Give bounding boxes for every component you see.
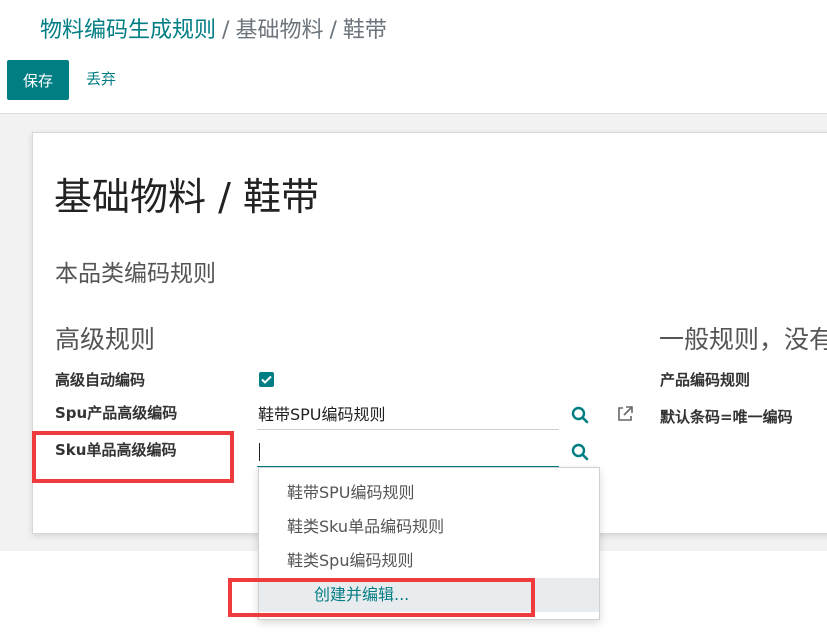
- auto-code-checkbox[interactable]: [259, 372, 274, 387]
- breadcrumb-root-link[interactable]: 物料编码生成规则: [40, 18, 216, 43]
- highlight-box-create-option: [228, 578, 535, 617]
- general-group-title: 一般规则，没有: [659, 325, 827, 354]
- discard-button[interactable]: 丢弃: [86, 68, 116, 90]
- text-caret: [259, 443, 260, 461]
- dropdown-option[interactable]: 鞋类Sku单品编码规则: [259, 510, 599, 544]
- search-icon: [571, 443, 589, 461]
- advanced-group-title: 高级规则: [55, 325, 156, 354]
- spu-search-button[interactable]: [570, 405, 590, 425]
- auto-code-label: 高级自动编码: [55, 371, 146, 389]
- section-title: 本品类编码规则: [55, 261, 216, 287]
- spu-input[interactable]: 鞋带SPU编码规则: [258, 404, 386, 426]
- save-button[interactable]: 保存: [7, 60, 69, 100]
- sku-field[interactable]: [257, 438, 559, 467]
- search-icon: [571, 406, 589, 424]
- product-rule-label: 产品编码规则: [660, 371, 751, 389]
- breadcrumb-separator: /: [329, 18, 337, 43]
- breadcrumb-current: 鞋带: [342, 18, 387, 43]
- default-barcode-label: 默认条码=唯一编码: [660, 408, 793, 426]
- check-icon: [261, 375, 272, 384]
- dropdown-option[interactable]: 鞋带SPU编码规则: [259, 476, 599, 510]
- sku-search-button[interactable]: [570, 442, 590, 462]
- spu-external-link-button[interactable]: [615, 404, 635, 424]
- highlight-box-sku-label: [32, 431, 234, 483]
- external-link-icon: [618, 406, 633, 421]
- spu-label: Spu产品高级编码: [55, 404, 178, 422]
- page: 物料编码生成规则 / 基础物料 / 鞋带 保存 丢弃 基础物料 / 鞋带 本品类编码规则…: [0, 0, 827, 638]
- record-title: 基础物料 / 鞋带: [54, 175, 319, 219]
- breadcrumb-middle: 基础物料: [235, 18, 324, 43]
- dropdown-option[interactable]: 鞋类Spu编码规则: [259, 544, 599, 578]
- breadcrumb-separator: /: [222, 18, 230, 43]
- spu-field[interactable]: 鞋带SPU编码规则: [257, 401, 559, 430]
- breadcrumb: 物料编码生成规则 / 基础物料 / 鞋带: [40, 16, 387, 46]
